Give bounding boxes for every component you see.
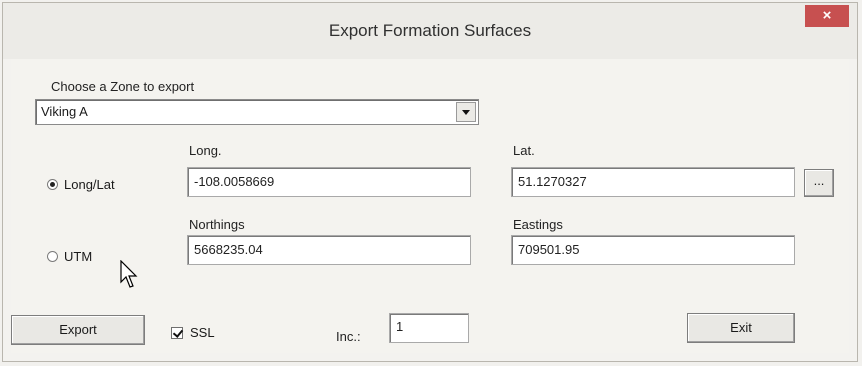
checkbox-check-icon[interactable] [171,326,183,339]
inc-input[interactable]: 1 [389,313,469,343]
eastings-input[interactable]: 709501.95 [511,235,795,265]
radio-long-lat-label: Long/Lat [64,177,115,192]
export-button[interactable]: Export [11,315,145,345]
radio-utm-label: UTM [64,249,93,264]
mouse-pointer-icon [120,260,138,288]
export-dialog: Export Formation Surfaces × Choose a Zon… [2,2,858,362]
northings-input[interactable]: 5668235.04 [187,235,471,265]
radio-dot-unselected[interactable] [47,251,58,262]
radio-long-lat[interactable]: Long/Lat [47,177,115,192]
radio-utm[interactable]: UTM [47,249,92,264]
browse-button[interactable]: ... [804,169,834,197]
lat-input[interactable]: 51.1270327 [511,167,795,197]
dialog-title: Export Formation Surfaces [328,21,532,40]
zone-selected-value: Viking A [41,104,88,119]
lat-label: Lat. [513,143,535,158]
dialog-body: Choose a Zone to export Viking A Long. L… [11,59,849,353]
long-label: Long. [189,143,222,158]
ssl-checkbox[interactable]: SSL [171,325,215,340]
eastings-label: Eastings [513,217,563,232]
long-input[interactable]: -108.0058669 [187,167,471,197]
ssl-label: SSL [190,325,215,340]
radio-dot-selected[interactable] [47,179,58,190]
northings-label: Northings [189,217,245,232]
inc-label: Inc.: [336,329,361,344]
exit-button[interactable]: Exit [687,313,795,343]
title-bar: Export Formation Surfaces × [3,3,857,59]
zone-label: Choose a Zone to export [51,79,195,94]
close-button[interactable]: × [805,5,849,27]
zone-select[interactable]: Viking A [35,99,479,125]
chevron-down-icon[interactable] [456,102,476,122]
